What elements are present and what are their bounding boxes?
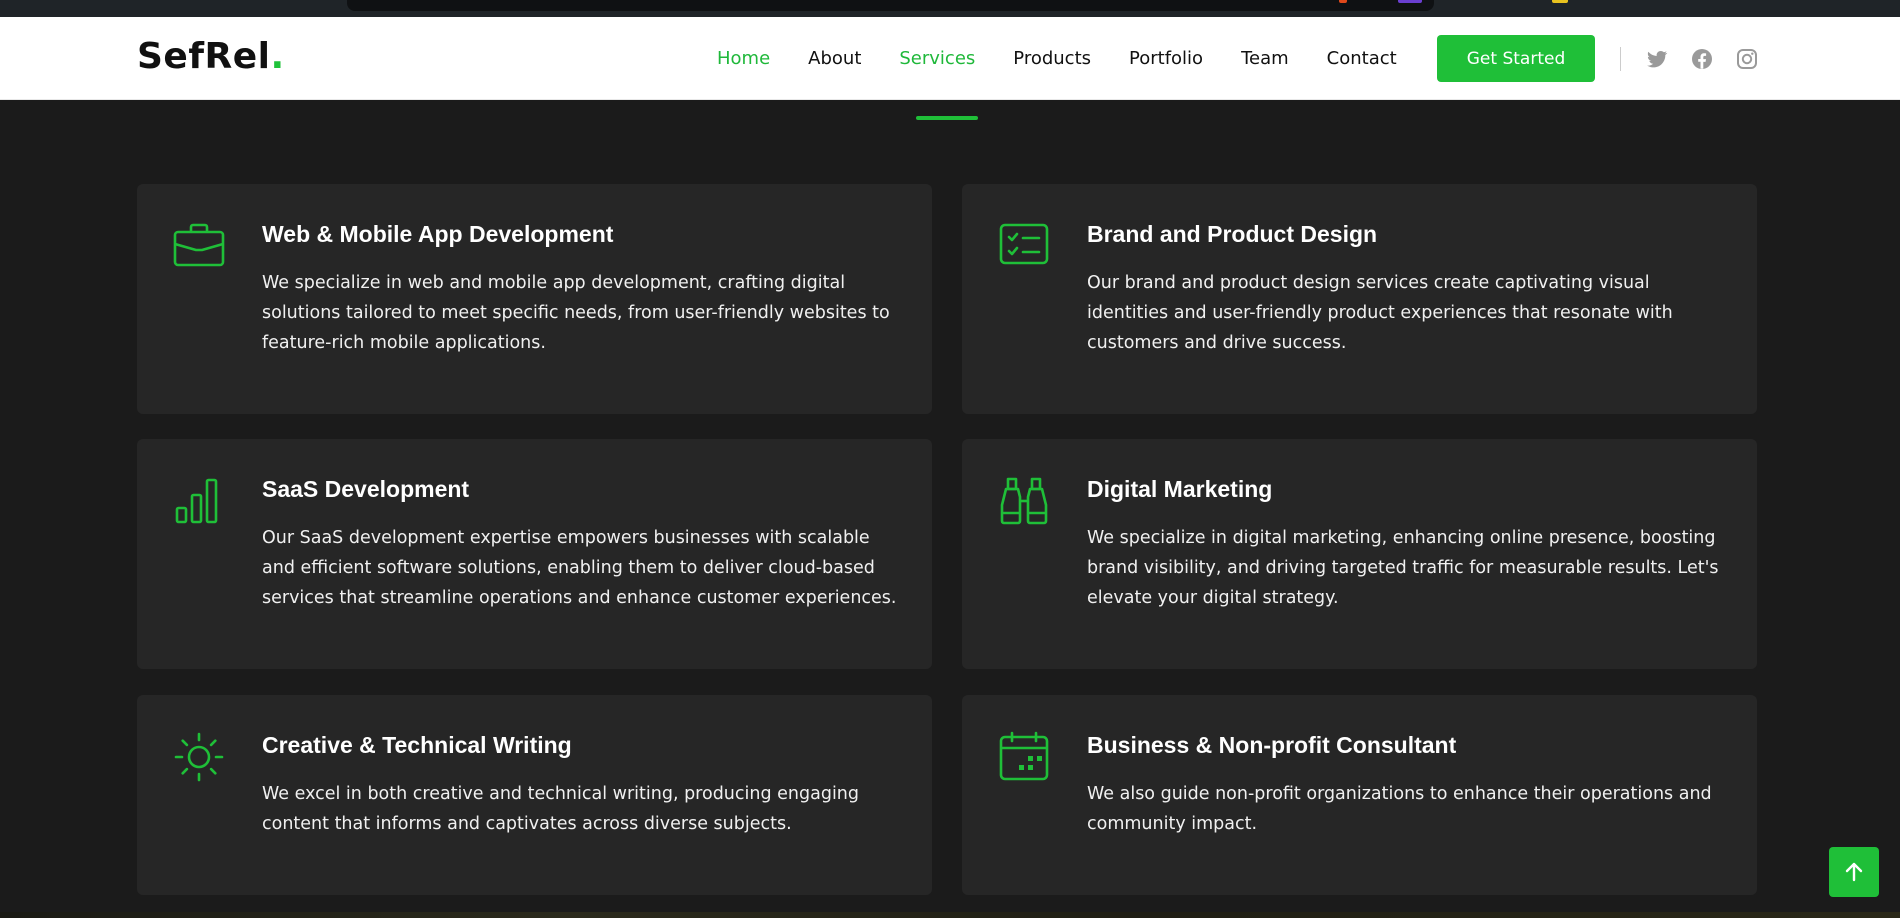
checklist-card-icon [999,223,1049,265]
service-title: Business & Non-profit Consultant [1087,732,1457,758]
service-title: Digital Marketing [1087,476,1273,502]
service-title: Brand and Product Design [1087,221,1378,247]
browser-chrome-strip [0,0,1900,17]
calendar-icon [999,731,1049,781]
service-card-digital-marketing: Digital Marketing We specialize in digit… [962,439,1757,669]
briefcase-icon [173,223,225,267]
service-title: Creative & Technical Writing [262,732,572,758]
facebook-icon[interactable] [1690,47,1714,71]
nav-team[interactable]: Team [1241,48,1289,69]
service-description: Our SaaS development expertise empowers … [262,528,897,608]
logo-dot: . [270,36,285,77]
header-divider [1620,47,1621,71]
arrow-up-icon [1845,862,1863,882]
instagram-icon[interactable] [1735,47,1759,71]
service-description: We specialize in web and mobile app deve… [262,273,890,353]
binoculars-icon [1000,477,1048,525]
service-description: We also guide non-profit organizations t… [1087,784,1712,834]
service-title: Web & Mobile App Development [262,221,614,247]
logo-text: SefRel [137,36,271,77]
nav-portfolio[interactable]: Portfolio [1129,48,1203,69]
service-card-saas: SaaS Development Our SaaS development ex… [137,439,932,669]
bar-chart-icon [175,478,218,524]
scroll-to-top-button[interactable] [1829,847,1879,897]
service-description: Our brand and product design services cr… [1087,273,1673,353]
nav-home[interactable]: Home [717,48,770,69]
twitter-icon[interactable] [1645,47,1669,71]
service-description: We excel in both creative and technical … [262,784,860,834]
browser-address-bar [347,0,1434,11]
site-header: SefRel. Home About Services Products Por… [0,17,1900,100]
browser-extension-dot [1552,0,1568,3]
service-card-web-mobile: Web & Mobile App Development We speciali… [137,184,932,414]
service-title: SaaS Development [262,476,470,502]
browser-extension-dot [1398,0,1422,3]
main-nav: Home About Services Products Portfolio T… [717,17,1397,100]
nav-products[interactable]: Products [1013,48,1091,69]
service-card-consultant: Business & Non-profit Consultant We also… [962,695,1757,895]
nav-services[interactable]: Services [899,48,975,69]
service-card-brand-design: Brand and Product Design Our brand and p… [962,184,1757,414]
next-section-edge [0,912,1900,918]
service-card-writing: Creative & Technical Writing We excel in… [137,695,932,895]
site-logo[interactable]: SefRel. [137,36,285,77]
nav-about[interactable]: About [808,48,861,69]
browser-extension-dot [1339,0,1347,3]
section-title-underline [916,116,978,120]
get-started-button[interactable]: Get Started [1437,35,1595,82]
sun-icon [174,732,224,782]
service-description: We specialize in digital marketing, enha… [1087,528,1719,608]
nav-contact[interactable]: Contact [1327,48,1397,69]
